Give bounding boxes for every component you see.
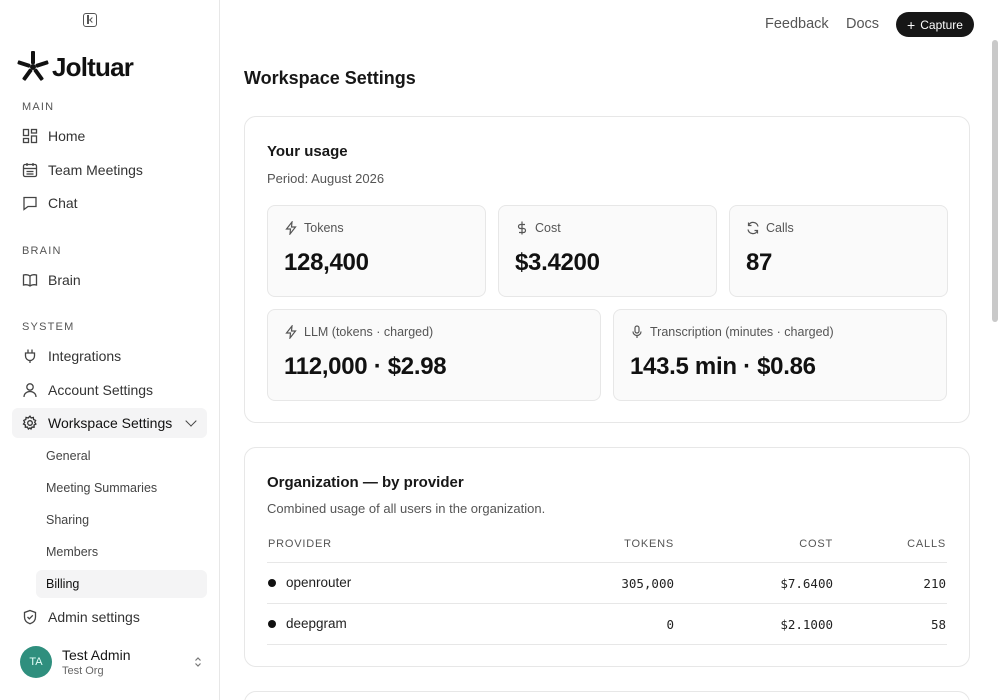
scrollbar[interactable] bbox=[992, 40, 998, 322]
stat-value: $3.4200 bbox=[515, 249, 600, 276]
sidebar-subitem-members[interactable]: Members bbox=[36, 538, 207, 566]
capture-button[interactable]: + Capture bbox=[896, 12, 974, 37]
user-icon bbox=[23, 383, 37, 398]
page-title: Workspace Settings bbox=[244, 68, 416, 88]
sidebar-item-label: Admin settings bbox=[48, 609, 140, 625]
shield-icon bbox=[23, 609, 37, 625]
column-header-cost: COST bbox=[799, 538, 833, 550]
stat-tokens: Tokens 128,400 bbox=[267, 205, 486, 297]
table-divider bbox=[267, 644, 947, 645]
sidebar-subitem-sharing[interactable]: Sharing bbox=[36, 506, 207, 534]
table-divider bbox=[267, 603, 947, 604]
stat-transcription: Transcription (minutes · charged) 143.5 … bbox=[613, 309, 947, 401]
stat-value: 128,400 bbox=[284, 249, 369, 276]
sidebar-collapse-icon[interactable] bbox=[83, 13, 97, 27]
logo-mark-icon bbox=[17, 51, 49, 81]
usage-card: Your usage Period: August 2026 Tokens 12… bbox=[244, 116, 970, 423]
sidebar-item-home[interactable]: Home bbox=[12, 121, 207, 151]
provider-cost: $7.6400 bbox=[780, 576, 833, 591]
section-label-system: SYSTEM bbox=[22, 321, 75, 333]
stat-label: Calls bbox=[766, 221, 794, 235]
sidebar-item-label: Team Meetings bbox=[48, 162, 143, 178]
sidebar-item-label: Chat bbox=[48, 195, 78, 211]
user-org: Test Org bbox=[62, 665, 104, 677]
feedback-link[interactable]: Feedback bbox=[765, 16, 829, 32]
sidebar-item-chat[interactable]: Chat bbox=[12, 188, 207, 218]
sidebar-subitem-general[interactable]: General bbox=[36, 442, 207, 470]
org-card: Organization — by provider Combined usag… bbox=[244, 447, 970, 667]
user-name: Test Admin bbox=[62, 647, 131, 663]
column-header-provider: PROVIDER bbox=[268, 538, 332, 550]
stat-label: Cost bbox=[535, 221, 561, 235]
provider-name: deepgram bbox=[286, 616, 347, 631]
next-card bbox=[244, 691, 970, 700]
provider-name: openrouter bbox=[286, 575, 352, 590]
sidebar-item-integrations[interactable]: Integrations bbox=[12, 341, 207, 371]
column-header-tokens: TOKENS bbox=[624, 538, 674, 550]
org-subtitle: Combined usage of all users in the organ… bbox=[267, 501, 546, 516]
refresh-icon bbox=[747, 221, 759, 235]
provider-calls: 210 bbox=[923, 576, 946, 591]
plus-icon: + bbox=[907, 16, 916, 33]
stat-cost: Cost $3.4200 bbox=[498, 205, 717, 297]
provider-cost: $2.1000 bbox=[780, 617, 833, 632]
stat-label: Tokens bbox=[304, 221, 344, 235]
stat-label: LLM (tokens · charged) bbox=[304, 325, 434, 339]
chat-icon bbox=[23, 196, 37, 211]
usage-period: Period: August 2026 bbox=[267, 171, 385, 186]
sidebar: Joltuar MAIN Home Team Meetings Chat BRA… bbox=[0, 0, 220, 700]
avatar: TA bbox=[20, 646, 52, 678]
column-header-calls: CALLS bbox=[907, 538, 946, 550]
docs-link[interactable]: Docs bbox=[846, 16, 879, 32]
chevron-updown-icon bbox=[195, 657, 201, 667]
stat-calls: Calls 87 bbox=[729, 205, 948, 297]
plug-icon bbox=[24, 349, 36, 363]
grid-icon bbox=[22, 128, 38, 144]
logo[interactable]: Joltuar bbox=[16, 50, 134, 84]
stat-value: 112,000 · $2.98 bbox=[284, 353, 447, 380]
provider-tokens: 0 bbox=[666, 617, 674, 632]
stat-value: 143.5 min · $0.86 bbox=[630, 353, 816, 380]
usage-title: Your usage bbox=[267, 143, 348, 160]
provider-tokens: 305,000 bbox=[621, 576, 674, 591]
provider-calls: 58 bbox=[930, 617, 946, 632]
sidebar-item-team-meetings[interactable]: Team Meetings bbox=[12, 155, 207, 185]
sidebar-item-brain[interactable]: Brain bbox=[12, 265, 207, 295]
provider-dot bbox=[268, 579, 276, 587]
stat-value: 87 bbox=[746, 249, 773, 276]
mic-icon bbox=[632, 325, 642, 338]
stat-llm: LLM (tokens · charged) 112,000 · $2.98 bbox=[267, 309, 601, 401]
sidebar-item-label: Account Settings bbox=[48, 382, 154, 398]
dollar-icon bbox=[517, 221, 527, 235]
provider-dot bbox=[268, 620, 276, 628]
sidebar-item-workspace-settings[interactable]: Workspace Settings bbox=[12, 408, 207, 438]
bolt-icon bbox=[285, 221, 297, 235]
org-title: Organization — by provider bbox=[267, 474, 464, 491]
stat-label: Transcription (minutes · charged) bbox=[650, 325, 834, 339]
sidebar-item-account-settings[interactable]: Account Settings bbox=[12, 375, 207, 405]
bolt-icon bbox=[285, 325, 297, 339]
logo-text: Joltuar bbox=[52, 51, 134, 82]
section-label-main: MAIN bbox=[22, 101, 55, 113]
table-divider bbox=[267, 562, 947, 563]
book-icon bbox=[22, 274, 38, 287]
sidebar-item-label: Workspace Settings bbox=[48, 415, 173, 431]
capture-label: Capture bbox=[920, 17, 963, 32]
chevron-down-icon[interactable] bbox=[185, 415, 197, 427]
sidebar-item-label: Integrations bbox=[48, 348, 122, 364]
sidebar-subitem-billing[interactable]: Billing bbox=[36, 570, 207, 598]
sidebar-item-label: Home bbox=[48, 128, 86, 144]
gear-icon bbox=[22, 415, 37, 431]
sidebar-item-admin-settings[interactable]: Admin settings bbox=[12, 602, 207, 632]
calendar-icon bbox=[22, 163, 38, 178]
section-label-brain: BRAIN bbox=[22, 245, 62, 257]
sidebar-subitem-meeting-summaries[interactable]: Meeting Summaries bbox=[36, 474, 207, 502]
user-menu[interactable]: TA Test Admin Test Org bbox=[20, 646, 201, 678]
sidebar-item-label: Brain bbox=[48, 272, 81, 288]
